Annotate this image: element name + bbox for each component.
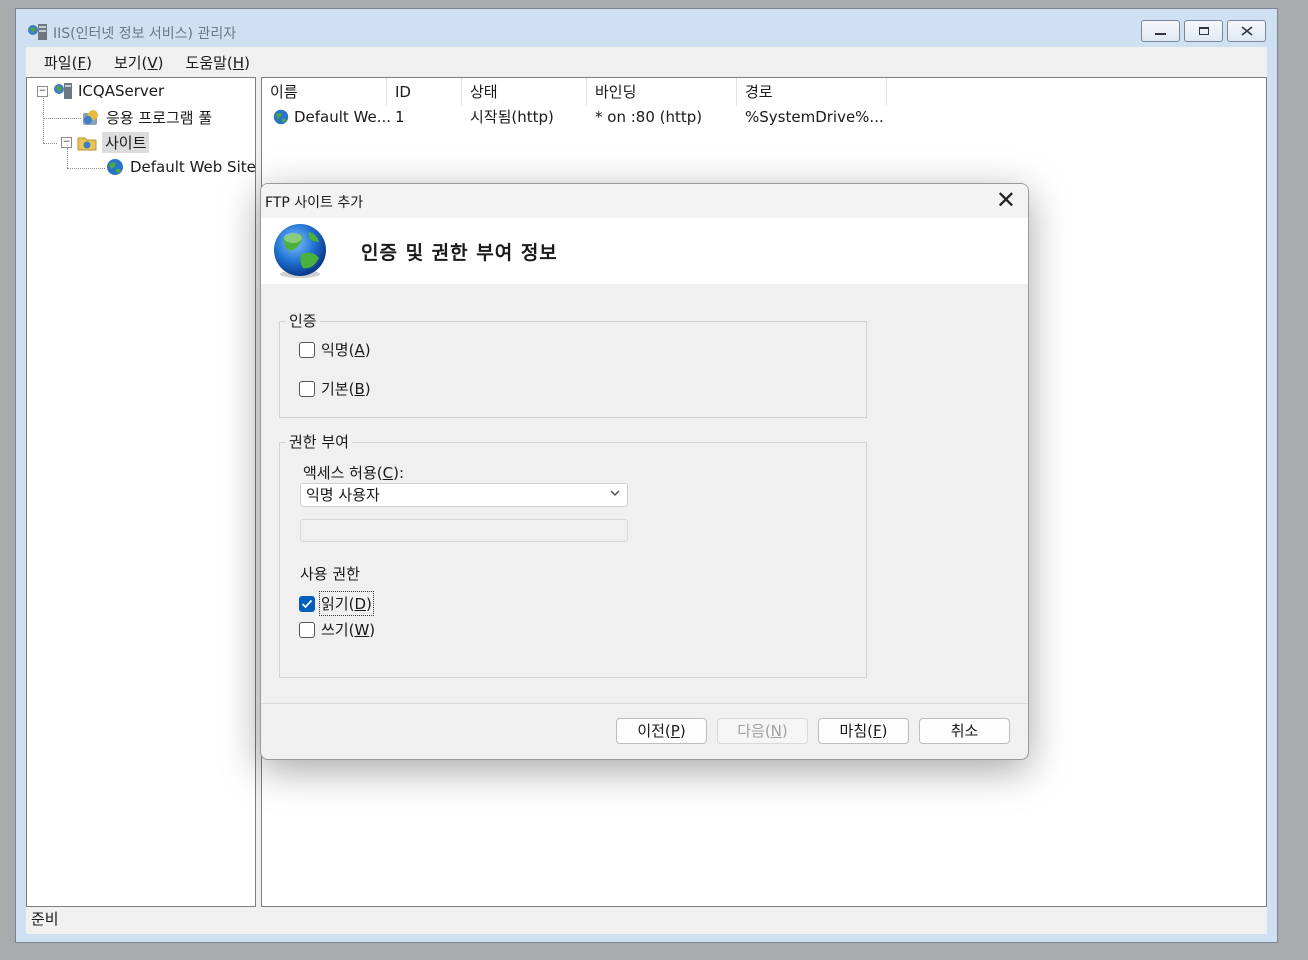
cell-binding: * on :80 (http) xyxy=(595,108,703,126)
finish-button[interactable]: 마침(F) xyxy=(818,718,909,744)
chevron-down-icon xyxy=(610,490,620,496)
collapse-icon[interactable]: − xyxy=(37,85,48,97)
menu-file[interactable]: 파일(F) xyxy=(44,52,92,73)
connections-tree[interactable]: − ICQAServer 응용 프로그램 풀 − 사이트 Default Web… xyxy=(26,77,256,907)
cell-status: 시작됨(http) xyxy=(470,108,554,126)
tree-label-server: ICQAServer xyxy=(78,82,165,100)
folder-icon xyxy=(77,137,97,150)
maximize-button[interactable] xyxy=(1184,20,1223,42)
group-label-authorization: 권한 부여 xyxy=(286,431,352,452)
close-icon[interactable]: ✕ xyxy=(996,187,1016,213)
column-header-name[interactable]: 이름 xyxy=(262,78,387,106)
permissions-label: 사용 권한 xyxy=(300,565,360,583)
next-button[interactable]: 다음(N) xyxy=(717,718,808,744)
write-label: 쓰기(W) xyxy=(321,621,376,639)
dialog-heading: 인증 및 권한 부여 정보 xyxy=(361,242,558,264)
cancel-button[interactable]: 취소 xyxy=(919,718,1010,744)
cell-id: 1 xyxy=(395,108,405,126)
globe-icon xyxy=(274,224,326,278)
write-checkbox[interactable]: 쓰기(W) xyxy=(299,619,375,640)
previous-button[interactable]: 이전(P) xyxy=(616,718,707,744)
dialog-title-bar[interactable]: FTP 사이트 추가 ✕ xyxy=(261,184,1028,218)
globe-icon xyxy=(273,109,289,125)
column-header-path[interactable]: 경로 xyxy=(737,78,887,106)
close-button[interactable] xyxy=(1227,20,1266,42)
column-header-binding[interactable]: 바인딩 xyxy=(587,78,737,106)
dialog-header: 인증 및 권한 부여 정보 xyxy=(261,218,1028,284)
read-checkbox[interactable]: 읽기(D) xyxy=(299,591,374,616)
anonymous-label: 익명(A) xyxy=(321,341,371,359)
tree-label-sites: 사이트 xyxy=(102,132,150,153)
tree-label-app-pools: 응용 프로그램 풀 xyxy=(106,109,213,127)
tree-item-sites[interactable]: − 사이트 xyxy=(61,132,150,153)
add-ftp-site-dialog: FTP 사이트 추가 ✕ 인증 및 권한 부여 정보 인증 익명(A) 기본(B… xyxy=(260,183,1029,760)
cell-name: Default We... xyxy=(294,108,392,126)
read-label: 읽기(D) xyxy=(319,591,374,616)
dialog-title: FTP 사이트 추가 xyxy=(265,195,364,211)
tree-item-default-site[interactable]: Default Web Site xyxy=(105,157,256,177)
column-header-id[interactable]: ID xyxy=(387,78,462,106)
access-select[interactable]: 익명 사용자 xyxy=(300,483,628,507)
title-bar[interactable]: IIS(인터넷 정보 서비스) 관리자 xyxy=(16,9,1277,47)
window-title: IIS(인터넷 정보 서비스) 관리자 xyxy=(53,26,237,42)
collapse-icon[interactable]: − xyxy=(61,137,72,148)
tree-label-default-site: Default Web Site xyxy=(130,158,256,176)
globe-icon xyxy=(107,159,123,175)
status-bar: 준비 xyxy=(26,907,1267,934)
anonymous-checkbox[interactable]: 익명(A) xyxy=(299,339,371,360)
basic-checkbox[interactable]: 기본(B) xyxy=(299,378,371,399)
minimize-button[interactable] xyxy=(1141,20,1180,42)
column-header-status[interactable]: 상태 xyxy=(462,78,587,106)
group-label-authentication: 인증 xyxy=(286,310,320,331)
button-separator xyxy=(261,703,1028,704)
menu-bar: 파일(F) 보기(V) 도움말(H) xyxy=(26,47,1267,77)
app-pool-icon xyxy=(83,109,98,125)
authentication-group: 인증 xyxy=(279,310,867,418)
users-input xyxy=(300,519,628,542)
menu-view[interactable]: 보기(V) xyxy=(114,52,164,73)
iis-app-icon xyxy=(28,24,47,40)
access-label: 액세스 허용(C): xyxy=(303,464,405,482)
tree-item-app-pools[interactable]: 응용 프로그램 풀 xyxy=(81,107,212,128)
basic-label: 기본(B) xyxy=(321,380,371,398)
server-icon xyxy=(54,83,72,99)
cell-path: %SystemDrive%... xyxy=(745,108,884,126)
tree-item-server[interactable]: − ICQAServer xyxy=(37,82,164,100)
menu-help[interactable]: 도움말(H) xyxy=(186,52,250,73)
